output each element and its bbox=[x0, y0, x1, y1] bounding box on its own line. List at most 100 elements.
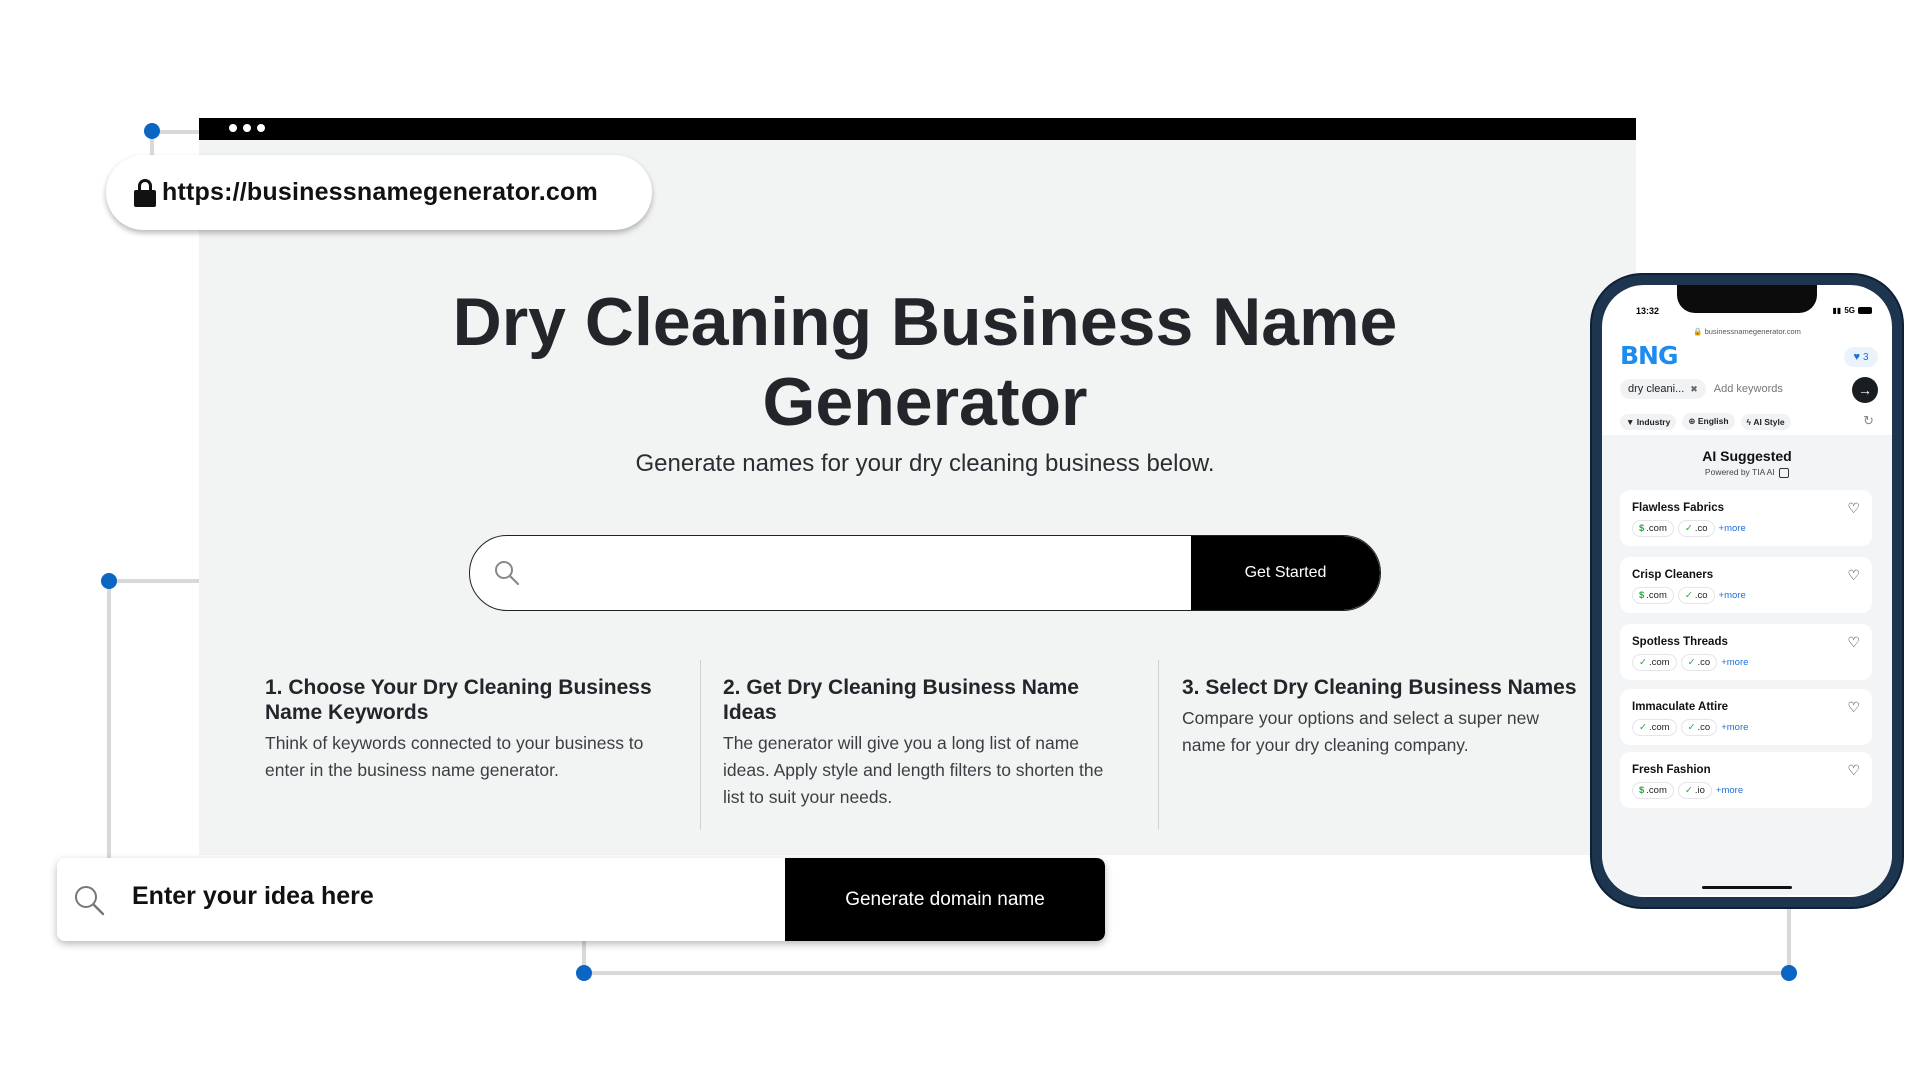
phone-url-text: businessnamegenerator.com bbox=[1704, 327, 1801, 336]
arrow-right-icon[interactable]: → bbox=[1852, 377, 1878, 403]
tld-badge[interactable]: $ .com bbox=[1632, 782, 1674, 799]
filter-language[interactable]: ⊕ English bbox=[1682, 413, 1735, 430]
tld-label: .co bbox=[1697, 722, 1711, 733]
heart-outline-icon[interactable]: ♡ bbox=[1847, 500, 1860, 517]
phone-notch bbox=[1677, 285, 1817, 313]
more-tlds-link[interactable]: +more bbox=[1716, 785, 1743, 796]
refresh-icon[interactable]: ↻ bbox=[1863, 413, 1874, 429]
ai-powered-by: Powered by TIA AI bbox=[1602, 467, 1892, 478]
keyword-chip[interactable]: dry cleani... ✖ bbox=[1620, 379, 1706, 399]
tld-label: .co bbox=[1694, 590, 1708, 601]
phone-url: 🔒 businessnamegenerator.com bbox=[1693, 327, 1801, 336]
tld-badge[interactable]: ✓ .co bbox=[1677, 520, 1715, 537]
globe-icon: ⊕ bbox=[1688, 416, 1696, 426]
tld-label: .com bbox=[1646, 523, 1667, 534]
idea-input[interactable]: Enter your idea here bbox=[132, 882, 374, 911]
page-subtitle: Generate names for your dry cleaning bus… bbox=[635, 450, 1215, 477]
result-card[interactable]: Spotless Threads ♡ ✓ .com ✓ .co +more bbox=[1620, 624, 1872, 680]
result-card[interactable]: Crisp Cleaners ♡ $ .com ✓ .co +more bbox=[1620, 557, 1872, 613]
check-icon: ✓ bbox=[1639, 722, 1647, 733]
tld-badge[interactable]: $ .com bbox=[1632, 587, 1674, 604]
tld-badge[interactable]: $ .com bbox=[1632, 520, 1674, 537]
tld-label: .com bbox=[1648, 657, 1670, 668]
tld-list: $ .com ✓ .co +more bbox=[1632, 520, 1746, 537]
dollar-icon: $ bbox=[1639, 785, 1645, 796]
heart-outline-icon[interactable]: ♡ bbox=[1847, 762, 1860, 779]
favorites-count: 3 bbox=[1862, 351, 1869, 363]
ai-powered-text: Powered by TIA AI bbox=[1704, 467, 1775, 477]
more-tlds-link[interactable]: +more bbox=[1721, 722, 1748, 733]
tld-badge[interactable]: ✓ .co bbox=[1680, 719, 1718, 736]
search-icon bbox=[494, 560, 520, 591]
window-dot[interactable] bbox=[243, 124, 251, 132]
window-dot[interactable] bbox=[257, 124, 265, 132]
bng-logo[interactable]: BNG bbox=[1620, 341, 1678, 370]
add-keywords-input[interactable]: Add keywords bbox=[1714, 383, 1783, 395]
tld-badge[interactable]: ✓ .co bbox=[1677, 587, 1715, 604]
result-name: Spotless Threads bbox=[1632, 636, 1728, 648]
result-name: Fresh Fashion bbox=[1632, 764, 1711, 776]
filter-ai-style[interactable]: ϟ AI Style bbox=[1740, 413, 1791, 430]
heart-icon: ♥ bbox=[1853, 351, 1860, 363]
check-icon: ✓ bbox=[1687, 657, 1696, 668]
filter-row: ▼ Industry ⊕ English ϟ AI Style bbox=[1620, 413, 1791, 430]
generate-domain-button[interactable]: Generate domain name bbox=[785, 858, 1105, 941]
connector-line-bottom bbox=[584, 971, 1790, 975]
url-text: https://businessnamegenerator.com bbox=[162, 178, 598, 206]
keyword-chip-label: dry cleani... bbox=[1628, 383, 1685, 395]
heart-outline-icon[interactable]: ♡ bbox=[1847, 567, 1860, 584]
result-card[interactable]: Immaculate Attire ♡ ✓ .com ✓ .co +more bbox=[1620, 689, 1872, 745]
connector-line-phone-vertical bbox=[1787, 905, 1791, 973]
tld-list: ✓ .com ✓ .co +more bbox=[1632, 719, 1748, 736]
check-icon: ✓ bbox=[1684, 590, 1693, 601]
check-icon: ✓ bbox=[1684, 785, 1693, 796]
ai-suggested-title: AI Suggested bbox=[1702, 448, 1792, 464]
more-tlds-link[interactable]: +more bbox=[1719, 590, 1746, 601]
result-name: Flawless Fabrics bbox=[1632, 502, 1725, 514]
tld-label: .com bbox=[1648, 722, 1670, 733]
status-indicators: ▮▮ 5G bbox=[1833, 306, 1872, 315]
tld-label: .io bbox=[1694, 785, 1705, 796]
signal-icon: ▮▮ bbox=[1832, 306, 1842, 315]
keyword-row: dry cleani... ✖ Add keywords bbox=[1620, 377, 1870, 401]
step-divider bbox=[700, 660, 701, 830]
tld-list: $ .com ✓ .io +more bbox=[1632, 782, 1743, 799]
window-controls bbox=[229, 124, 265, 132]
keyword-search-bar: Get Started bbox=[469, 535, 1381, 611]
tld-label: .co bbox=[1697, 657, 1711, 668]
tld-badge[interactable]: ✓ .com bbox=[1632, 719, 1677, 736]
phone-mockup: 13:32 ▮▮ 5G 🔒 businessnamegenerator.com … bbox=[1592, 275, 1902, 907]
step-text: Compare your options and select a super … bbox=[1182, 708, 1540, 755]
check-icon: ✓ bbox=[1687, 722, 1696, 733]
connector-dot bbox=[576, 965, 592, 981]
filter-label: AI Style bbox=[1753, 416, 1785, 427]
close-icon[interactable]: ✖ bbox=[1690, 384, 1698, 395]
dollar-icon: $ bbox=[1639, 590, 1645, 601]
chip-icon bbox=[1779, 467, 1790, 478]
home-indicator bbox=[1702, 886, 1792, 889]
filter-industry[interactable]: ▼ Industry bbox=[1620, 413, 1677, 430]
result-name: Immaculate Attire bbox=[1632, 701, 1729, 713]
result-card[interactable]: Flawless Fabrics ♡ $ .com ✓ .co +more bbox=[1620, 490, 1872, 546]
status-time: 13:32 bbox=[1636, 306, 1660, 316]
keyword-search-input[interactable] bbox=[540, 554, 1140, 594]
more-tlds-link[interactable]: +more bbox=[1721, 657, 1748, 668]
favorites-button[interactable]: ♥ 3 bbox=[1844, 347, 1878, 367]
result-card[interactable]: Fresh Fashion ♡ $ .com ✓ .io +more bbox=[1620, 752, 1872, 808]
heart-outline-icon[interactable]: ♡ bbox=[1847, 634, 1860, 651]
heart-outline-icon[interactable]: ♡ bbox=[1847, 699, 1860, 716]
step-3: 3. Select Dry Cleaning Business Names Co… bbox=[1182, 675, 1582, 759]
filter-label: Industry bbox=[1636, 416, 1671, 427]
filter-label: English bbox=[1697, 416, 1729, 426]
step-text: The generator will give you a long list … bbox=[723, 733, 1104, 807]
more-tlds-link[interactable]: +more bbox=[1719, 523, 1746, 534]
connector-dot bbox=[144, 123, 160, 139]
step-text: Think of keywords connected to your busi… bbox=[265, 733, 644, 780]
url-bar[interactable]: https://businessnamegenerator.com bbox=[106, 155, 652, 230]
tld-badge[interactable]: ✓ .com bbox=[1632, 654, 1677, 671]
window-dot[interactable] bbox=[229, 124, 237, 132]
tld-badge[interactable]: ✓ .io bbox=[1677, 782, 1712, 799]
tld-badge[interactable]: ✓ .co bbox=[1680, 654, 1718, 671]
tld-list: ✓ .com ✓ .co +more bbox=[1632, 654, 1748, 671]
get-started-button[interactable]: Get Started bbox=[1191, 536, 1380, 610]
